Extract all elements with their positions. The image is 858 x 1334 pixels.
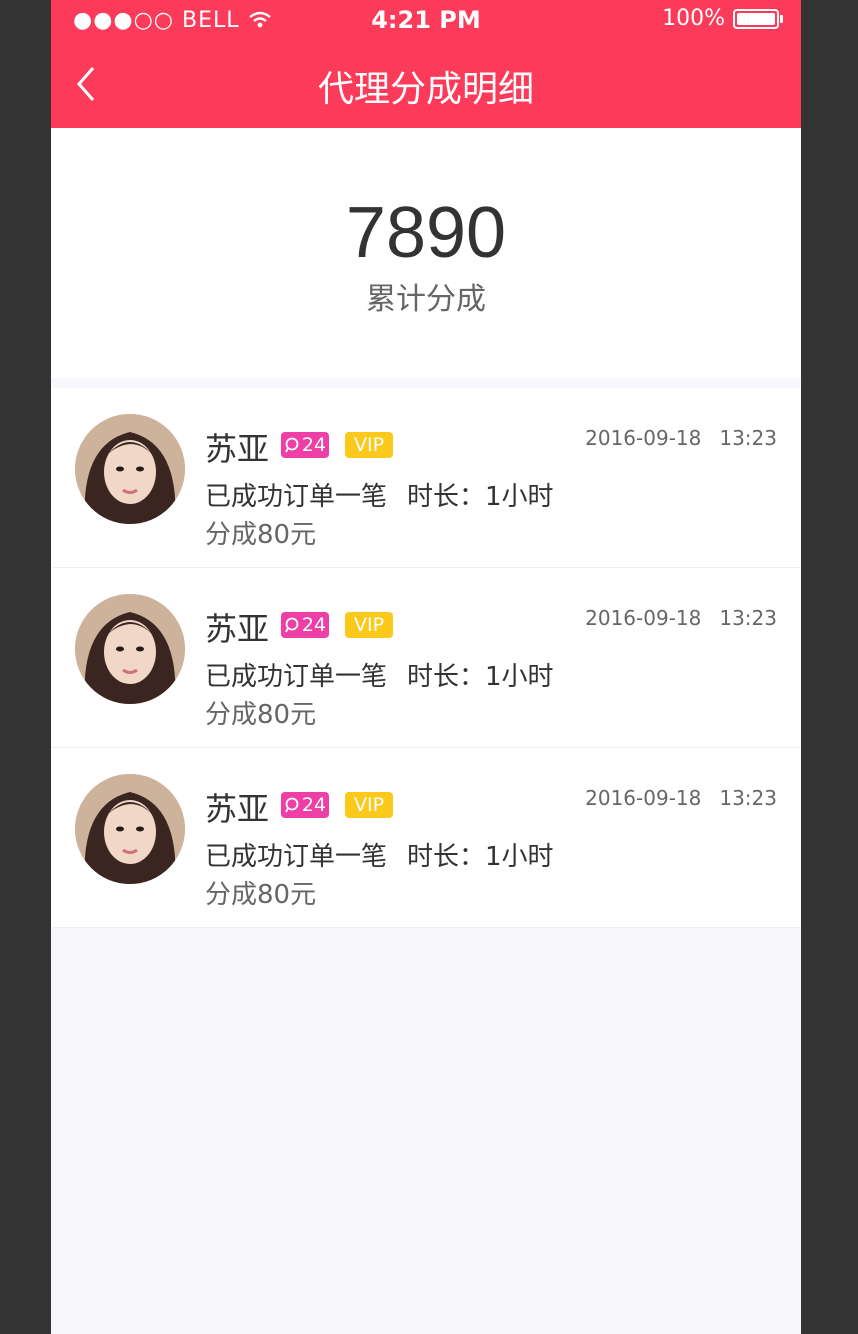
avatar-image	[75, 774, 185, 884]
order-description: 已成功订单一笔 时长：1小时	[205, 476, 554, 513]
order-text: 已成功订单一笔	[205, 842, 388, 872]
order-description: 已成功订单一笔 时长：1小时	[205, 656, 554, 693]
phone-screen: ●●●○○ BELL 4:21 PM 100% 代理分成明细 7890 累计分成	[51, 0, 801, 1334]
chat-bubble-icon	[285, 437, 299, 453]
share-amount: 分成80元	[205, 880, 317, 910]
avatar	[75, 594, 185, 704]
record-time: 13:23	[719, 426, 777, 450]
app-header: ●●●○○ BELL 4:21 PM 100% 代理分成明细	[51, 0, 801, 128]
record-datetime: 2016-09-18 13:23	[585, 606, 777, 630]
total-share-label: 累计分成	[366, 282, 486, 317]
battery-area: 100%	[662, 6, 783, 31]
user-name: 苏亚	[205, 790, 270, 828]
vip-badge: VIP	[345, 432, 393, 458]
list-item[interactable]: 苏亚 24 VIP 2016-09-18 13:23 已成功订单一笔 时长：1小…	[51, 568, 801, 748]
order-duration: 时长：1小时	[407, 662, 554, 692]
battery-icon	[733, 8, 783, 29]
chat-bubble-icon	[285, 617, 299, 633]
user-name: 苏亚	[205, 610, 270, 648]
share-record-list: 苏亚 24 VIP 2016-09-18 13:23 已成功订单一笔 时长：1小…	[51, 388, 801, 928]
chat-bubble-icon	[285, 797, 299, 813]
user-name: 苏亚	[205, 430, 270, 468]
avatar	[75, 774, 185, 884]
comment-count: 24	[301, 614, 327, 636]
comment-count: 24	[301, 434, 327, 456]
vip-badge: VIP	[345, 792, 393, 818]
order-duration: 时长：1小时	[407, 482, 554, 512]
record-time: 13:23	[719, 606, 777, 630]
record-time: 13:23	[719, 786, 777, 810]
comment-count: 24	[301, 794, 327, 816]
comment-count-badge: 24	[281, 792, 329, 818]
record-date: 2016-09-18	[585, 426, 702, 450]
record-datetime: 2016-09-18 13:23	[585, 426, 777, 450]
page-title: 代理分成明细	[317, 69, 534, 110]
record-datetime: 2016-09-18 13:23	[585, 786, 777, 810]
avatar-image	[75, 414, 185, 524]
order-text: 已成功订单一笔	[205, 482, 388, 512]
record-date: 2016-09-18	[585, 786, 702, 810]
status-bar: ●●●○○ BELL 4:21 PM 100%	[51, 0, 801, 40]
order-text: 已成功订单一笔	[205, 662, 388, 692]
record-date: 2016-09-18	[585, 606, 702, 630]
share-amount: 分成80元	[205, 700, 317, 730]
comment-count-badge: 24	[281, 612, 329, 638]
avatar	[75, 414, 185, 524]
comment-count-badge: 24	[281, 432, 329, 458]
share-amount: 分成80元	[205, 520, 317, 550]
list-item[interactable]: 苏亚 24 VIP 2016-09-18 13:23 已成功订单一笔 时长：1小…	[51, 388, 801, 568]
list-item[interactable]: 苏亚 24 VIP 2016-09-18 13:23 已成功订单一笔 时长：1小…	[51, 748, 801, 928]
order-duration: 时长：1小时	[407, 842, 554, 872]
summary-card: 7890 累计分成	[51, 128, 801, 378]
order-description: 已成功订单一笔 时长：1小时	[205, 836, 554, 873]
avatar-image	[75, 594, 185, 704]
total-share-amount: 7890	[345, 193, 507, 273]
vip-badge: VIP	[345, 612, 393, 638]
battery-percent: 100%	[662, 6, 725, 31]
